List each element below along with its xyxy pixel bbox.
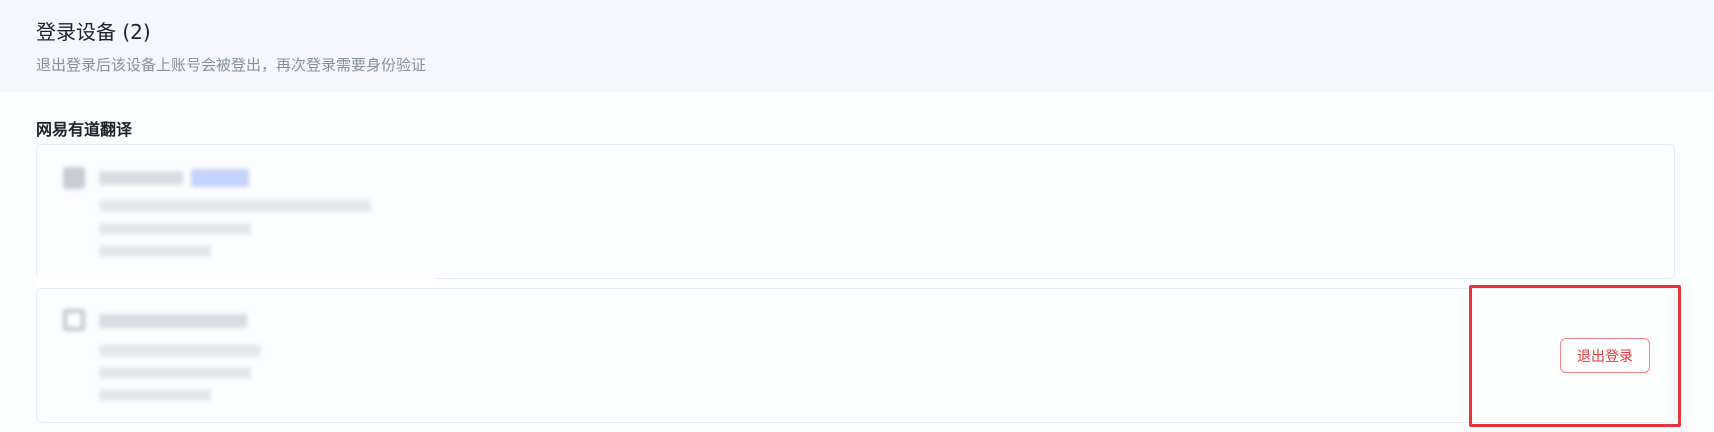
device-detail-redacted (99, 223, 251, 235)
device-card (36, 288, 1675, 423)
card-separator (36, 275, 436, 289)
app-section-title: 网易有道翻译 (36, 120, 133, 139)
page-title: 登录设备 (2) (36, 20, 151, 44)
device-icon (63, 167, 85, 189)
device-icon (63, 309, 85, 331)
device-detail-redacted (99, 245, 211, 257)
page-header: 登录设备 (2) 退出登录后该设备上账号会被登出，再次登录需要身份验证 (0, 0, 1714, 92)
device-name-redacted (99, 314, 247, 328)
logout-button[interactable]: 退出登录 (1560, 338, 1650, 373)
device-name-redacted (99, 171, 183, 185)
device-detail-redacted (99, 200, 371, 212)
page-subtitle: 退出登录后该设备上账号会被登出，再次登录需要身份验证 (36, 56, 427, 74)
device-detail-redacted (99, 345, 261, 357)
device-detail-redacted (99, 367, 251, 379)
device-card (36, 144, 1675, 279)
current-device-badge (191, 169, 249, 187)
device-detail-redacted (99, 389, 211, 401)
